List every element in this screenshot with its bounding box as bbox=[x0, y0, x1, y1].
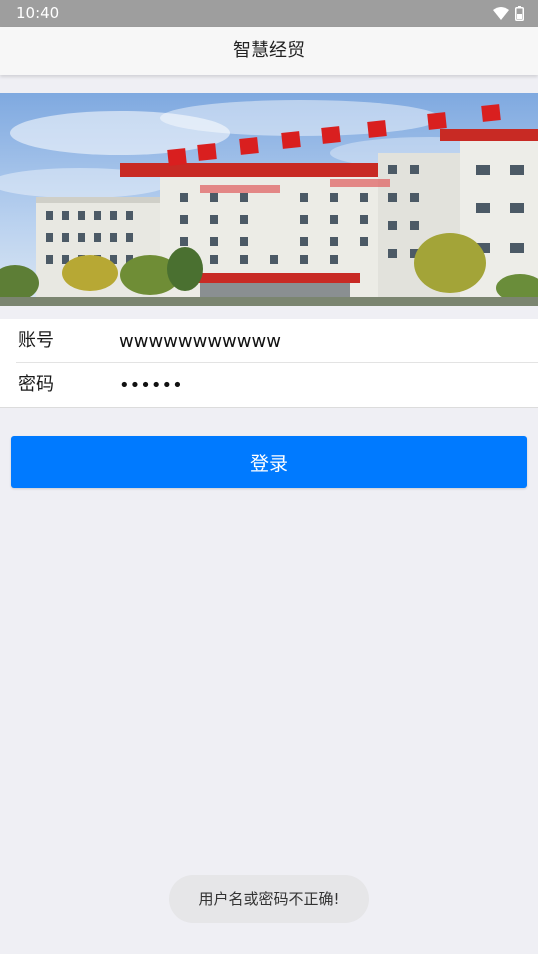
campus-building-illustration bbox=[0, 93, 538, 306]
battery-icon bbox=[515, 6, 524, 21]
login-form: 账号 密码 bbox=[0, 319, 538, 408]
password-row: 密码 bbox=[0, 363, 538, 407]
status-icons bbox=[493, 5, 524, 22]
account-label: 账号 bbox=[18, 330, 54, 351]
account-input[interactable] bbox=[117, 327, 521, 355]
password-label: 密码 bbox=[18, 374, 54, 395]
status-time: 10:40 bbox=[16, 4, 60, 22]
wifi-icon bbox=[493, 7, 509, 20]
login-button[interactable]: 登录 bbox=[11, 436, 527, 488]
error-toast: 用户名或密码不正确! bbox=[169, 875, 369, 923]
status-bar: 10:40 bbox=[0, 0, 538, 27]
banner-image bbox=[0, 93, 538, 306]
password-input[interactable] bbox=[117, 371, 521, 399]
app-title: 智慧经贸 bbox=[233, 40, 305, 61]
account-row: 账号 bbox=[0, 319, 538, 363]
app-bar: 智慧经贸 bbox=[0, 27, 538, 75]
